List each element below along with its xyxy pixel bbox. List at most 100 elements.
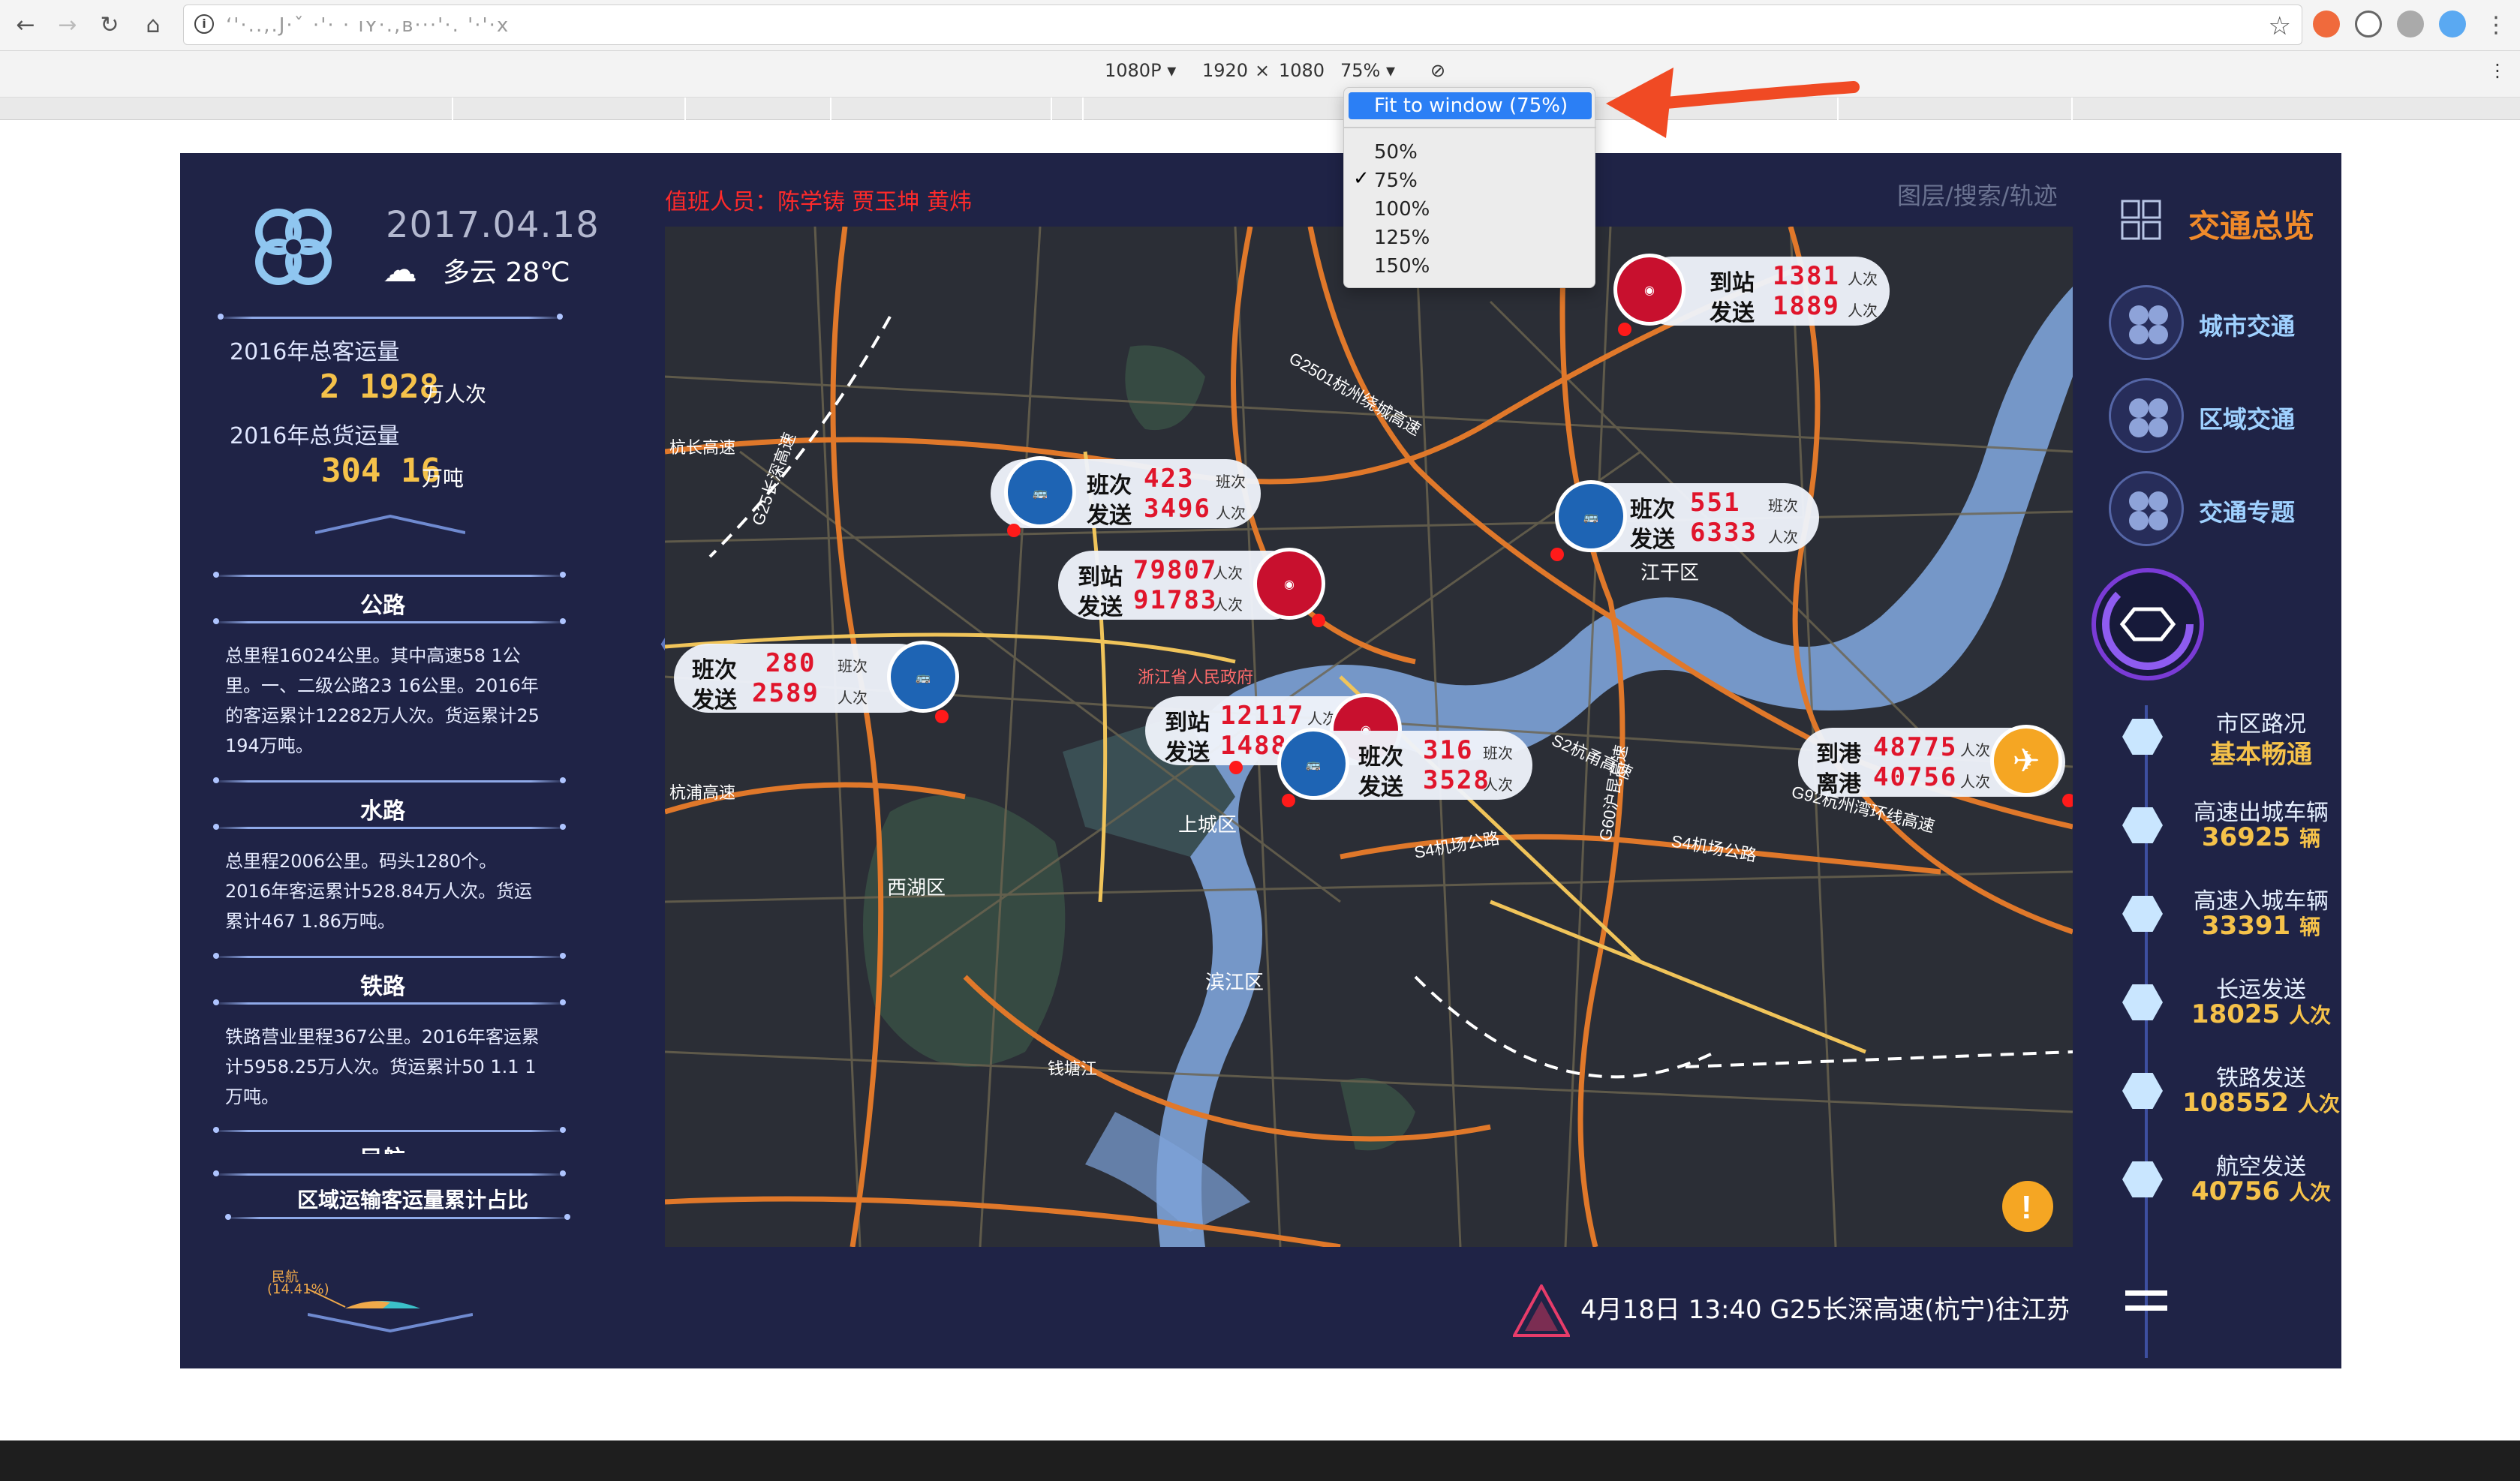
zoom-select[interactable]: 75% ▾ [1340,60,1395,81]
collapse-caret-icon[interactable] [315,513,465,536]
pie-pct: (14.41%) [267,1281,329,1297]
hamburger-icon[interactable] [2125,1287,2167,1314]
bus-icon: 🚌 [1555,480,1627,552]
expand-caret-icon[interactable] [308,1311,473,1334]
zoom-dropdown: Fit to window (75%) 50% 75% ✓ 100% 125% … [1343,87,1596,288]
timeline-line [2145,705,2148,1358]
district-jianggan: 江干区 [1640,561,1699,584]
hex-icon [2122,984,2163,1020]
rail-icon: ◉ [1253,548,1325,620]
times-sign: × [1255,60,1271,81]
red-arrow-annotation [1606,68,1860,138]
river-label: 钱塘江 [1048,1059,1097,1078]
nav-region-traffic[interactable]: 区域交通 [2109,378,2334,453]
home-icon[interactable]: ⌂ [138,11,168,41]
reload-icon[interactable]: ↻ [95,11,125,41]
left-panel: 2017.04.18 ☁ 多云 28℃ 2016年总客运量 2 1928 万人次… [180,153,599,1368]
recycle-icon[interactable] [2355,11,2382,38]
event-ticker[interactable]: 4月18日 13:40 G25长深高速(杭宁)往江苏方向 [1580,1289,2068,1326]
zoom-option-75[interactable]: 75% [1344,167,1596,194]
rotate-icon[interactable]: ⊘ [1430,60,1445,81]
divider [218,314,563,320]
zoom-option-100[interactable]: 100% [1344,196,1596,223]
bus-icon: 🚌 [1277,728,1349,800]
divider [213,777,566,783]
freight-unit: 万吨 [422,466,465,491]
check-icon: ✓ [1353,167,1370,190]
circle-icon[interactable] [2397,11,2424,38]
location-dot [1312,614,1325,627]
hexagon-dial-icon[interactable] [2089,566,2206,683]
road-label: 杭浦高速 [669,783,735,802]
right-panel: 交通总览 城市交通 区域交通 交通专题 市区路况 基本畅通 高速出城车辆 369… [2071,153,2341,1368]
rail-title: 铁路 [360,974,405,1000]
hex-icon [2122,807,2163,843]
divider [213,824,566,830]
overview-title[interactable]: 交通总览 [2188,201,2314,247]
nav-traffic-topics[interactable]: 交通专题 [2109,471,2334,546]
location-dot [935,710,949,723]
star-icon[interactable]: ☆ [2269,11,2291,41]
layer-search-link[interactable]: 图层/搜索/轨迹 [1897,177,2058,212]
weather-text: 多云 28℃ [443,257,570,288]
traffic-dashboard: 2017.04.18 ☁ 多云 28℃ 2016年总客运量 2 1928 万人次… [180,153,2341,1368]
twitter-icon[interactable] [2439,11,2466,38]
width-field[interactable]: 1920 [1202,60,1248,81]
passenger-label: 2016年总客运量 [230,339,400,365]
height-field[interactable]: 1080 [1279,60,1325,81]
topic-icon [2109,471,2184,546]
city-icon [2109,285,2184,360]
device-select[interactable]: 1080P ▾ [1105,60,1176,81]
gov-label: 浙江省人民政府 [1138,668,1253,686]
water-text: 总里程2006公里。码头1280个。2016年客运累计528.84万人次。货运累… [225,851,533,932]
menu-divider [1344,127,1596,128]
zoom-option-125[interactable]: 125% [1344,224,1596,251]
freight-label: 2016年总货运量 [230,423,400,449]
fit-to-window-option[interactable]: Fit to window (75%) [1349,92,1592,119]
region-title: 区域运输客运量累计占比 [296,1188,528,1212]
district-shangcheng: 上城区 [1178,813,1237,836]
menu-icon[interactable]: ⋮ [2481,11,2511,41]
zoom-option-50[interactable]: 50% [1344,139,1596,166]
address-bar[interactable]: i ʻ'·..,.J·ˇ ·'· · ıʏ·.,ʙ···'·. '·'·x ☆ [183,5,2302,45]
divider [213,1170,566,1176]
plane-icon: ✈ [1990,725,2062,797]
region-icon [2109,378,2184,453]
media-query-ruler [0,98,2520,120]
road-label: 杭长高速 [669,438,735,457]
district-binjiang: 滨江区 [1205,971,1264,993]
nav-city-traffic[interactable]: 城市交通 [2109,285,2334,360]
divider [213,618,566,624]
bottom-strip [0,1440,2520,1481]
logo-icon [255,209,332,285]
divider [213,999,566,1005]
location-dot [1618,323,1631,336]
passenger-unit: 万人次 [423,382,487,407]
back-icon[interactable]: ← [11,11,41,41]
cloud-icon: ☁ [383,249,417,290]
road-text: 总里程16024公里。其中高速58 1公里。一、二级公路23 16公里。2016… [225,645,540,756]
hex-icon [2122,1161,2163,1197]
hex-icon [2122,1073,2163,1109]
air-title: 民航 [180,1140,585,1154]
zoom-option-150[interactable]: 150% [1344,253,1596,280]
grid-icon[interactable] [2121,200,2161,240]
rail-text: 铁路营业里程367公里。2016年客运累计5958.25万人次。货运累计50 1… [225,1026,540,1107]
location-dot [1282,794,1295,807]
hex-icon [2122,719,2163,755]
location-dot [1007,524,1021,537]
divider [213,1127,566,1133]
extension-icon[interactable] [2313,11,2340,38]
more-icon[interactable]: ⋮ [2488,60,2506,81]
warning-triangle-icon [1513,1284,1570,1337]
bus-icon: 🚌 [1004,456,1076,528]
divider [213,572,566,578]
passenger-value: 2 1928 [320,368,439,406]
divider [213,953,566,959]
svg-text:!: ! [2021,1189,2032,1226]
staff-text: 值班人员：陈学铸 贾玉坤 黄炜 [665,189,973,215]
rail-icon: ◉ [1613,254,1686,326]
info-icon[interactable]: i [194,14,214,34]
city-map[interactable]: 江干区 上城区 西湖区 滨江区 钱塘江 浙江省人民政府 杭长高速 杭浦高速 G9… [665,227,2073,1247]
forward-icon[interactable]: → [53,11,83,41]
